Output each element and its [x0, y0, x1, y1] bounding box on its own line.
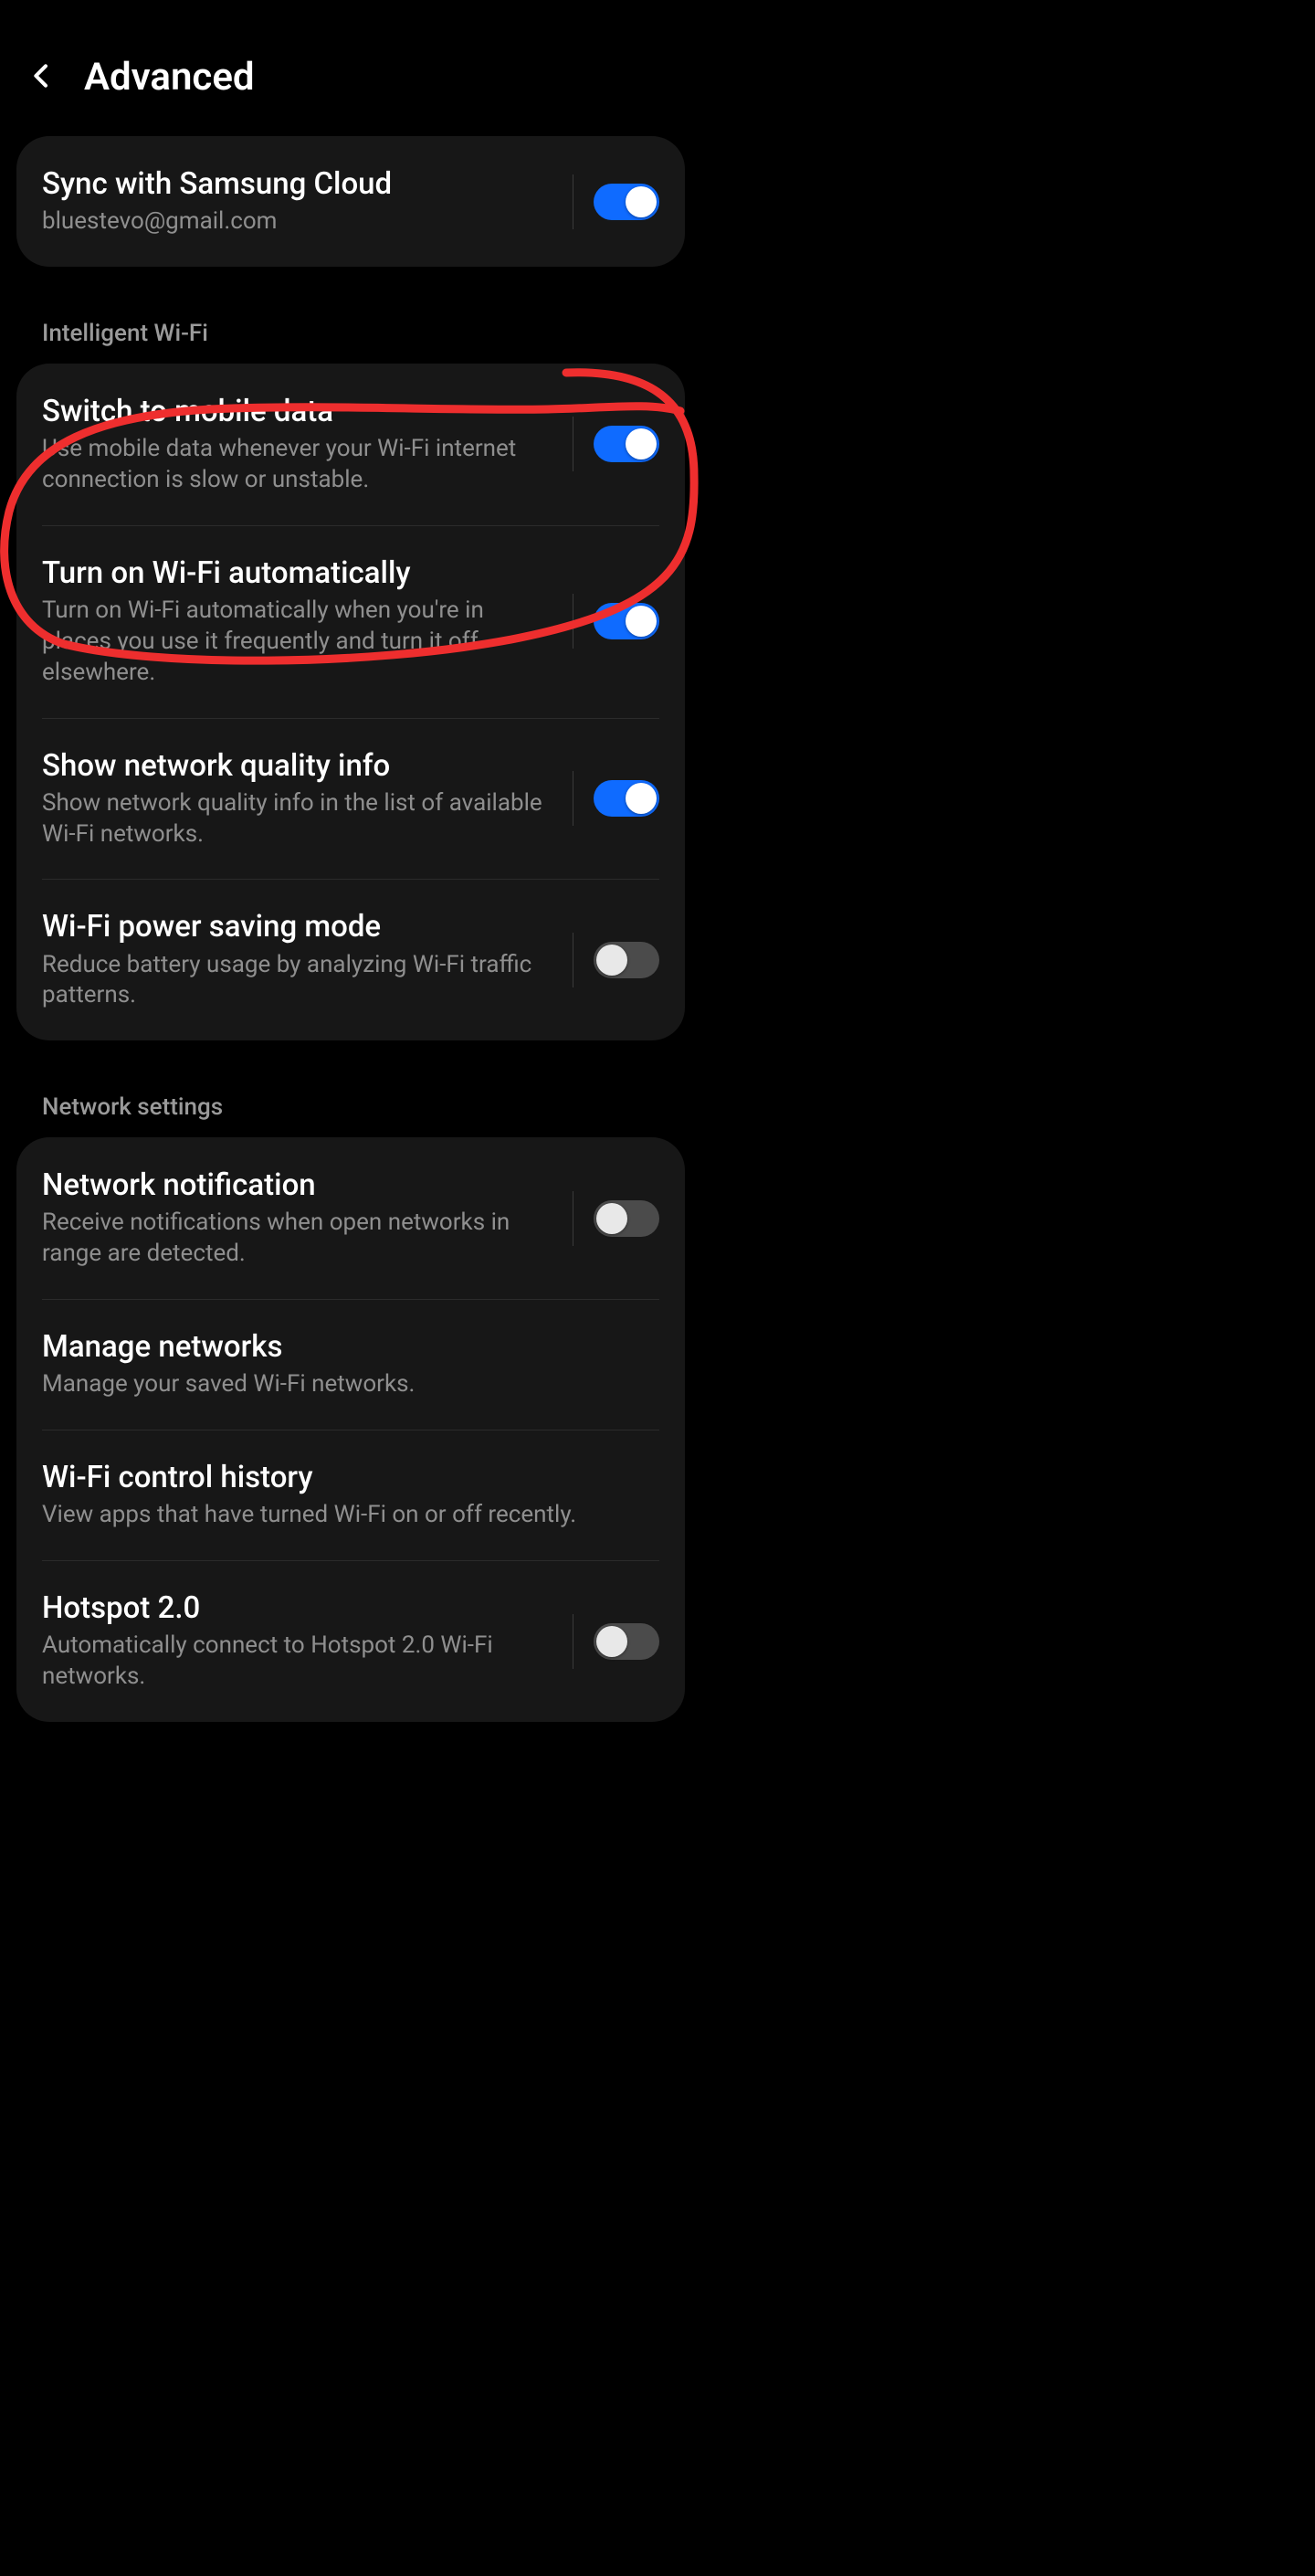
- power-saving-toggle[interactable]: [594, 942, 659, 978]
- switch-mobile-sub: Use mobile data whenever your Wi-Fi inte…: [42, 434, 554, 496]
- hotspot-toggle[interactable]: [594, 1623, 659, 1660]
- network-notification-row[interactable]: Network notification Receive notificatio…: [16, 1137, 685, 1299]
- manage-networks-sub: Manage your saved Wi-Fi networks.: [42, 1369, 641, 1400]
- sync-title: Sync with Samsung Cloud: [42, 165, 554, 203]
- control-history-row[interactable]: Wi-Fi control history View apps that hav…: [16, 1430, 685, 1560]
- network-quality-sub: Show network quality info in the list of…: [42, 788, 554, 850]
- sync-subtitle: bluestevo@gmail.com: [42, 206, 554, 238]
- hotspot-sub: Automatically connect to Hotspot 2.0 Wi-…: [42, 1631, 554, 1693]
- switch-mobile-title: Switch to mobile data: [42, 393, 554, 430]
- network-quality-toggle-wrap: [573, 771, 659, 826]
- power-saving-row[interactable]: Wi-Fi power saving mode Reduce battery u…: [16, 879, 685, 1040]
- auto-wifi-toggle[interactable]: [594, 603, 659, 639]
- back-button[interactable]: [27, 61, 57, 94]
- auto-wifi-toggle-wrap: [573, 594, 659, 649]
- power-saving-title: Wi-Fi power saving mode: [42, 908, 554, 945]
- intelligent-card: Switch to mobile data Use mobile data wh…: [16, 364, 685, 1040]
- power-saving-toggle-wrap: [573, 933, 659, 987]
- power-saving-text: Wi-Fi power saving mode Reduce battery u…: [42, 908, 573, 1011]
- control-history-title: Wi-Fi control history: [42, 1459, 641, 1496]
- sync-toggle-wrap: [573, 174, 659, 229]
- switch-mobile-toggle-wrap: [573, 417, 659, 471]
- switch-mobile-text: Switch to mobile data Use mobile data wh…: [42, 393, 573, 496]
- hotspot-toggle-wrap: [573, 1614, 659, 1669]
- section-label-intelligent: Intelligent Wi-Fi: [0, 292, 701, 364]
- sync-card: Sync with Samsung Cloud bluestevo@gmail.…: [16, 136, 685, 267]
- switch-mobile-row[interactable]: Switch to mobile data Use mobile data wh…: [16, 364, 685, 525]
- page-title: Advanced: [84, 55, 255, 100]
- network-notification-toggle[interactable]: [594, 1200, 659, 1237]
- power-saving-sub: Reduce battery usage by analyzing Wi-Fi …: [42, 950, 554, 1012]
- network-quality-text: Show network quality info Show network q…: [42, 747, 573, 850]
- network-quality-title: Show network quality info: [42, 747, 554, 785]
- hotspot-text: Hotspot 2.0 Automatically connect to Hot…: [42, 1589, 573, 1693]
- network-notification-text: Network notification Receive notificatio…: [42, 1167, 573, 1270]
- manage-networks-row[interactable]: Manage networks Manage your saved Wi-Fi …: [16, 1299, 685, 1430]
- control-history-sub: View apps that have turned Wi-Fi on or o…: [42, 1500, 641, 1531]
- network-quality-row[interactable]: Show network quality info Show network q…: [16, 718, 685, 880]
- auto-wifi-row[interactable]: Turn on Wi-Fi automatically Turn on Wi-F…: [16, 525, 685, 718]
- manage-networks-title: Manage networks: [42, 1328, 641, 1366]
- chevron-left-icon: [27, 61, 57, 90]
- sync-text: Sync with Samsung Cloud bluestevo@gmail.…: [42, 165, 573, 238]
- sync-toggle[interactable]: [594, 184, 659, 220]
- auto-wifi-title: Turn on Wi-Fi automatically: [42, 554, 554, 592]
- auto-wifi-sub: Turn on Wi-Fi automatically when you're …: [42, 596, 554, 688]
- network-card: Network notification Receive notificatio…: [16, 1137, 685, 1722]
- switch-mobile-toggle[interactable]: [594, 426, 659, 462]
- auto-wifi-text: Turn on Wi-Fi automatically Turn on Wi-F…: [42, 554, 573, 689]
- header-bar: Advanced: [0, 27, 701, 136]
- control-history-text: Wi-Fi control history View apps that hav…: [42, 1459, 659, 1531]
- hotspot-row[interactable]: Hotspot 2.0 Automatically connect to Hot…: [16, 1560, 685, 1722]
- network-notification-sub: Receive notifications when open networks…: [42, 1208, 554, 1270]
- section-label-network: Network settings: [0, 1066, 701, 1137]
- network-quality-toggle[interactable]: [594, 780, 659, 817]
- network-notification-title: Network notification: [42, 1167, 554, 1204]
- manage-networks-text: Manage networks Manage your saved Wi-Fi …: [42, 1328, 659, 1400]
- hotspot-title: Hotspot 2.0: [42, 1589, 554, 1627]
- network-notification-toggle-wrap: [573, 1191, 659, 1246]
- settings-screen: Advanced Sync with Samsung Cloud blueste…: [0, 0, 701, 1722]
- sync-row[interactable]: Sync with Samsung Cloud bluestevo@gmail.…: [16, 136, 685, 267]
